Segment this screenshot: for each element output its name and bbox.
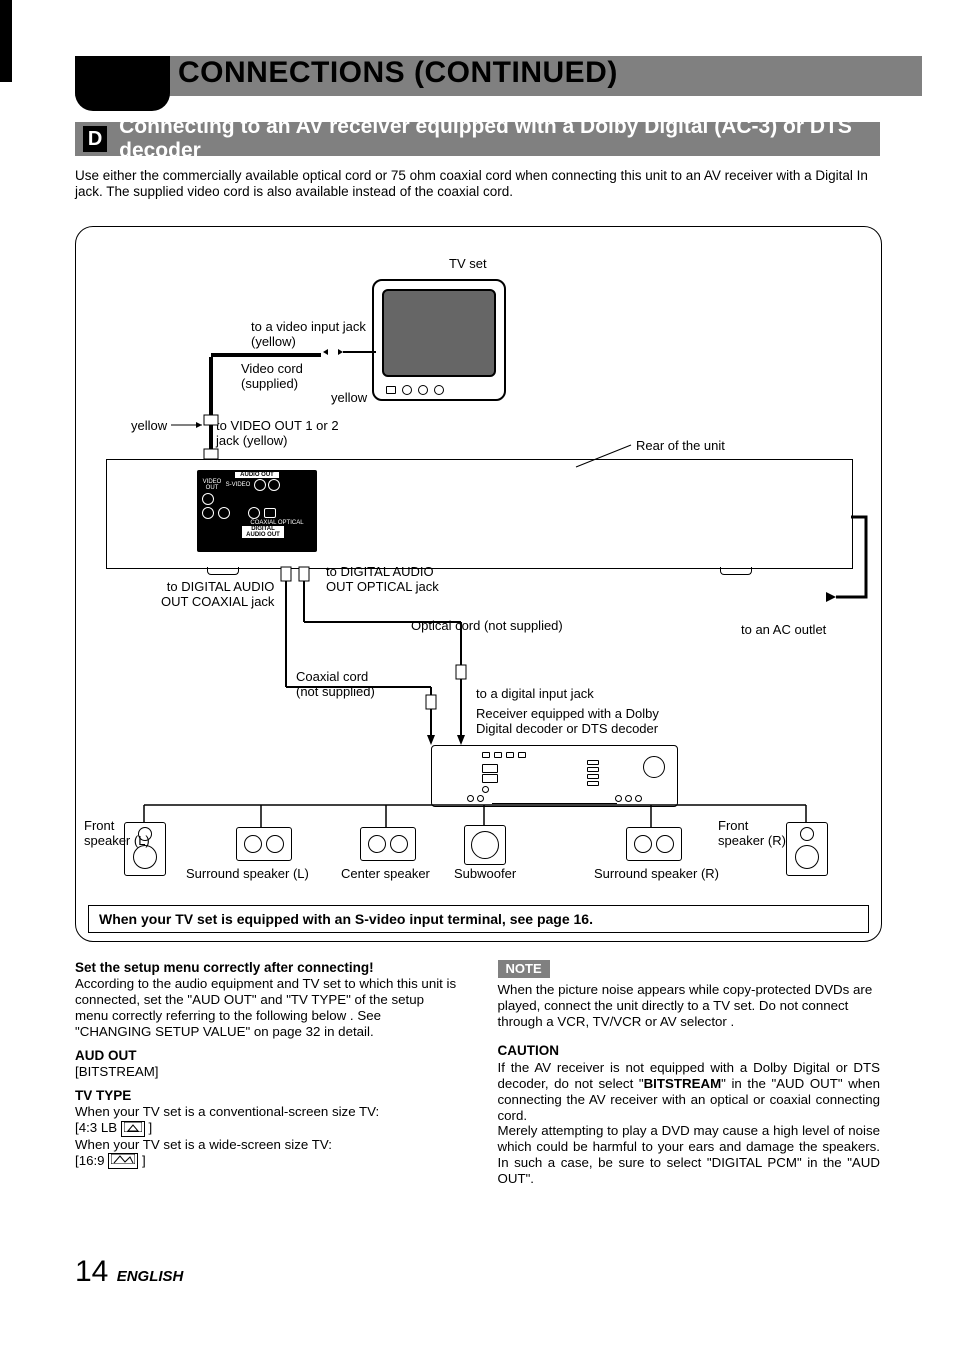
tv-wide-val: [16:9 ] bbox=[75, 1153, 458, 1169]
tv-conv-pre: [4:3 LB bbox=[75, 1120, 121, 1135]
intro-text: Use either the commercially available op… bbox=[75, 168, 880, 200]
note-badge: NOTE bbox=[498, 960, 550, 978]
label-subwoofer: Subwoofer bbox=[454, 867, 516, 882]
tv-wide: When your TV set is a wide-screen size T… bbox=[75, 1137, 458, 1153]
label-yellow-left: yellow bbox=[131, 419, 167, 434]
label-center: Center speaker bbox=[341, 867, 430, 882]
label-coax-cord: Coaxial cord (not supplied) bbox=[296, 670, 375, 700]
page-title: CONNECTIONS (CONTINUED) bbox=[178, 56, 618, 90]
note-body: When the picture noise appears while cop… bbox=[498, 982, 881, 1030]
label-to-ac: to an AC outlet bbox=[741, 623, 826, 638]
label-tv-set: TV set bbox=[449, 257, 487, 272]
setup-body: According to the audio equipment and TV … bbox=[75, 976, 458, 1040]
receiver-knob bbox=[643, 756, 665, 778]
panel-s-video: S-VIDEO bbox=[223, 482, 253, 488]
speaker-subwoofer bbox=[464, 825, 506, 865]
aspect-4-3-icon bbox=[121, 1121, 145, 1137]
label-front-r: Front speaker (R) bbox=[718, 819, 783, 849]
lower-columns: Set the setup menu correctly after conne… bbox=[75, 960, 880, 1187]
tv-jack bbox=[418, 385, 428, 395]
receiver-slot bbox=[482, 774, 498, 783]
page-number: 14 ENGLISH bbox=[75, 1255, 183, 1289]
jack bbox=[268, 479, 280, 491]
speaker-surround-r bbox=[626, 827, 682, 861]
label-video-cord: Video cord (supplied) bbox=[241, 362, 303, 392]
caution-bold: BITSTREAM bbox=[644, 1076, 722, 1091]
label-video-input: to a video input jack (yellow) bbox=[251, 320, 366, 350]
tv-type-head: TV TYPE bbox=[75, 1088, 458, 1104]
page-lang: ENGLISH bbox=[117, 1268, 184, 1285]
receiver-slot bbox=[482, 764, 498, 773]
receiver-jacks-top bbox=[482, 752, 532, 758]
tv-conv: When your TV set is a conventional-scree… bbox=[75, 1104, 458, 1120]
label-surround-r: Surround speaker (R) bbox=[594, 867, 719, 882]
panel-digital-out: DIGITAL AUDIO OUT bbox=[242, 526, 284, 538]
diagram-frame: TV set to a video input jack (yellow) Vi… bbox=[75, 226, 882, 942]
unit-rear: AUDIO OUT VIDEO OUT S-VIDEO bbox=[106, 459, 853, 569]
side-tab bbox=[0, 0, 12, 82]
tv-conv-post: ] bbox=[149, 1120, 153, 1135]
section-bar: D Connecting to an AV receiver equipped … bbox=[75, 122, 880, 156]
jack-optical bbox=[264, 508, 276, 518]
tv-outline bbox=[372, 279, 506, 401]
receiver-stack bbox=[587, 760, 599, 790]
tv-conv-val: [4:3 LB ] bbox=[75, 1120, 458, 1136]
speaker-front-l bbox=[124, 822, 166, 876]
caution-body: If the AV receiver is not equipped with … bbox=[498, 1060, 881, 1124]
tv-jack bbox=[386, 386, 396, 394]
tv-wide-pre: [16:9 bbox=[75, 1153, 108, 1168]
speaker-front-r bbox=[786, 822, 828, 876]
caution-head: CAUTION bbox=[498, 1043, 881, 1059]
label-video-out: to VIDEO OUT 1 or 2 jack (yellow) bbox=[216, 419, 339, 449]
aspect-16-9-icon bbox=[108, 1153, 138, 1169]
label-front-l: Front speaker (L) bbox=[84, 819, 124, 849]
jack bbox=[248, 507, 260, 519]
label-surround-l: Surround speaker (L) bbox=[186, 867, 309, 882]
aud-out-val: [BITSTREAM] bbox=[75, 1064, 458, 1080]
jack bbox=[202, 507, 214, 519]
label-optical-cord: Optical cord (not supplied) bbox=[411, 619, 563, 634]
aud-out-head: AUD OUT bbox=[75, 1048, 458, 1064]
diagram: TV set to a video input jack (yellow) Vi… bbox=[76, 227, 881, 941]
speaker-surround-l bbox=[236, 827, 292, 861]
label-digital-input: to a digital input jack bbox=[476, 687, 594, 702]
section-marker: D bbox=[83, 126, 107, 152]
footnote: When your TV set is equipped with an S-v… bbox=[88, 905, 869, 933]
header-tab bbox=[75, 56, 170, 111]
section-title: Connecting to an AV receiver equipped wi… bbox=[119, 115, 880, 163]
receiver-line bbox=[492, 803, 617, 804]
receiver-dot bbox=[482, 786, 489, 793]
unit-foot bbox=[720, 567, 752, 575]
setup-head: Set the setup menu correctly after conne… bbox=[75, 960, 458, 976]
tv-jack bbox=[434, 385, 444, 395]
jack bbox=[254, 479, 266, 491]
label-digital-opt: to DIGITAL AUDIO OUT OPTICAL jack bbox=[326, 565, 439, 595]
tv-screen bbox=[382, 289, 496, 377]
label-rear-unit: Rear of the unit bbox=[636, 439, 725, 454]
jack-panel: AUDIO OUT VIDEO OUT S-VIDEO bbox=[197, 470, 317, 552]
speaker-center bbox=[360, 827, 416, 861]
panel-audio-out: AUDIO OUT bbox=[235, 472, 279, 478]
label-yellow-mid: yellow bbox=[331, 391, 367, 406]
tv-inputs bbox=[386, 385, 492, 395]
jack bbox=[218, 507, 230, 519]
tv-jack bbox=[402, 385, 412, 395]
receiver-bottom-jacks bbox=[467, 795, 484, 802]
panel-video-out: VIDEO OUT bbox=[201, 479, 223, 491]
col-right: NOTE When the picture noise appears whil… bbox=[498, 960, 881, 1187]
page-num-val: 14 bbox=[75, 1255, 108, 1288]
tv-wide-post: ] bbox=[142, 1153, 146, 1168]
receiver bbox=[431, 745, 678, 807]
caution-body-3: Merely attempting to play a DVD may caus… bbox=[498, 1123, 881, 1187]
col-left: Set the setup menu correctly after conne… bbox=[75, 960, 458, 1187]
jack bbox=[202, 493, 214, 505]
label-receiver: Receiver equipped with a Dolby Digital d… bbox=[476, 707, 659, 737]
label-digital-coax: to DIGITAL AUDIO OUT COAXIAL jack bbox=[161, 580, 274, 610]
receiver-bottom-jacks bbox=[615, 795, 642, 802]
unit-foot bbox=[207, 567, 239, 575]
